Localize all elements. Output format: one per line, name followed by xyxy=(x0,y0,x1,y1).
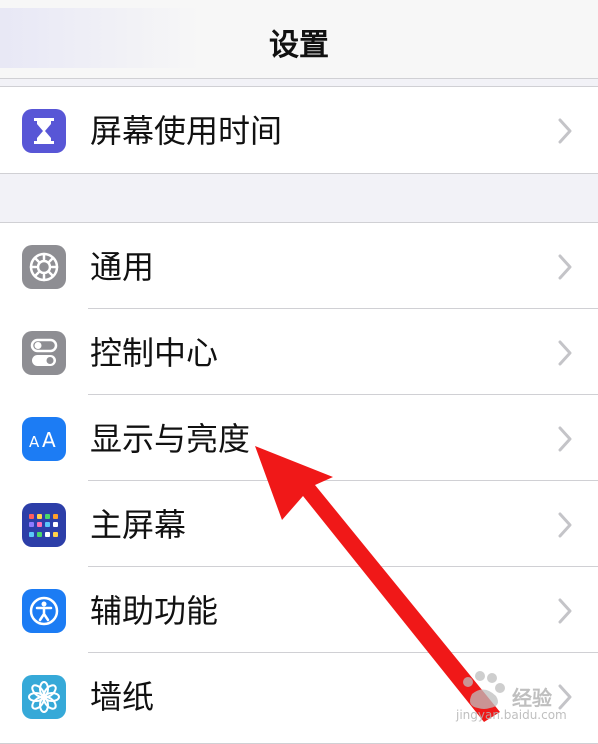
settings-row-accessibility[interactable]: 辅助功能 xyxy=(0,567,598,653)
row-label: 主屏幕 xyxy=(90,506,187,544)
chevron-right-icon xyxy=(558,254,572,280)
home-screen-icon xyxy=(22,503,66,547)
row-label: 辅助功能 xyxy=(90,592,219,630)
settings-group-1: 屏幕使用时间 xyxy=(0,86,598,174)
settings-row-screen-time[interactable]: 屏幕使用时间 xyxy=(0,87,598,173)
chevron-right-icon xyxy=(558,598,572,624)
chevron-right-icon xyxy=(558,118,572,144)
settings-row-control-center[interactable]: 控制中心 xyxy=(0,309,598,395)
row-label: 控制中心 xyxy=(90,334,219,372)
watermark-url: jingyan.baidu.com xyxy=(456,708,567,722)
settings-row-display-brightness[interactable]: A A 显示与亮度 xyxy=(0,395,598,481)
settings-row-general[interactable]: 通用 xyxy=(0,223,598,309)
svg-text:A: A xyxy=(42,428,56,451)
row-label: 屏幕使用时间 xyxy=(90,112,283,150)
chevron-right-icon xyxy=(558,340,572,366)
row-label: 墙纸 xyxy=(90,678,155,716)
settings-row-home-screen[interactable]: 主屏幕 xyxy=(0,481,598,567)
navigation-bar: 设置 xyxy=(0,0,598,79)
toggles-icon xyxy=(22,331,66,375)
svg-text:A: A xyxy=(29,433,40,451)
row-label: 显示与亮度 xyxy=(90,420,251,458)
row-label: 通用 xyxy=(90,248,155,286)
chevron-right-icon xyxy=(558,426,572,452)
flower-icon xyxy=(22,675,66,719)
page-title: 设置 xyxy=(269,28,329,63)
hourglass-icon xyxy=(22,109,66,153)
chevron-right-icon xyxy=(558,512,572,538)
accessibility-icon xyxy=(22,589,66,633)
gear-icon xyxy=(22,245,66,289)
watermark-brand: 经验 xyxy=(512,686,552,710)
text-size-icon: A A xyxy=(22,417,66,461)
